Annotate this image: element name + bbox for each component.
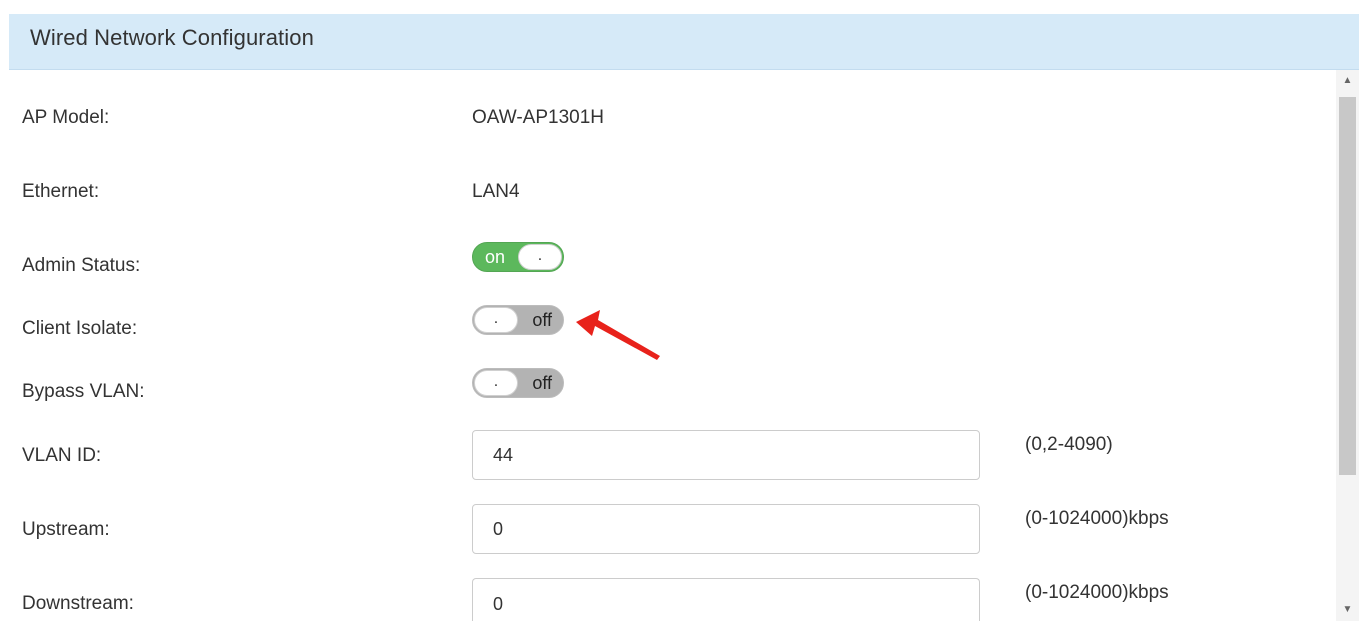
vlan-id-field[interactable]	[472, 430, 980, 480]
downstream-field[interactable]	[472, 578, 980, 621]
toggle-state-text: off	[532, 373, 552, 393]
vertical-scrollbar[interactable]: ▲ ▼	[1336, 70, 1359, 621]
toggle-knob[interactable]: .	[474, 307, 518, 333]
upstream-field[interactable]	[472, 504, 980, 554]
bypass-vlan-toggle[interactable]: . off	[472, 368, 564, 398]
bypass-vlan-label: Bypass VLAN:	[22, 381, 145, 402]
admin-status-label: Admin Status:	[22, 255, 141, 276]
vlan-id-range-hint: (0,2-4090)	[1025, 434, 1113, 455]
vlan-id-label: VLAN ID:	[22, 445, 102, 466]
red-arrow-icon	[576, 310, 660, 360]
upstream-range-hint: (0-1024000)kbps	[1025, 508, 1169, 529]
toggle-state-text: off	[532, 310, 552, 330]
client-isolate-toggle[interactable]: . off	[472, 305, 564, 335]
client-isolate-label: Client Isolate:	[22, 318, 138, 339]
toggle-state-text: on	[485, 247, 506, 267]
toggle-knob[interactable]: .	[518, 244, 562, 270]
downstream-range-hint: (0-1024000)kbps	[1025, 582, 1169, 603]
panel-title: Wired Network Configuration	[30, 25, 314, 50]
downstream-input[interactable]	[473, 579, 979, 621]
scroll-down-icon[interactable]: ▼	[1336, 599, 1359, 621]
admin-status-toggle[interactable]: on .	[472, 242, 564, 272]
ethernet-label: Ethernet:	[22, 181, 100, 202]
scroll-up-icon[interactable]: ▲	[1336, 70, 1359, 92]
ap-model-value: OAW-AP1301H	[472, 107, 604, 128]
vlan-id-input[interactable]	[473, 431, 979, 479]
toggle-knob[interactable]: .	[474, 370, 518, 396]
upstream-input[interactable]	[473, 505, 979, 553]
ethernet-value: LAN4	[472, 181, 520, 202]
panel-header: Wired Network Configuration	[9, 14, 1359, 70]
downstream-label: Downstream:	[22, 593, 134, 614]
upstream-label: Upstream:	[22, 519, 110, 540]
ap-model-label: AP Model:	[22, 107, 110, 128]
scroll-thumb[interactable]	[1339, 97, 1356, 475]
